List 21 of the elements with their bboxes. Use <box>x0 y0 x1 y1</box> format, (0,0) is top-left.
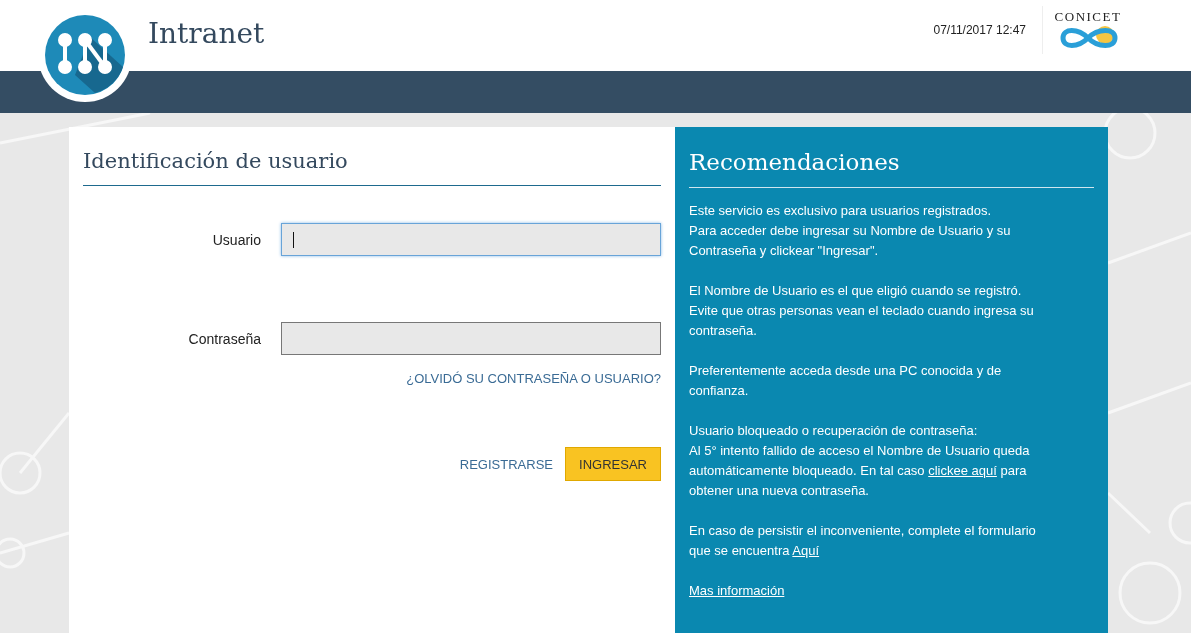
date-time: 07/11/2017 12:47 <box>933 22 1026 37</box>
panel-heading: Recomendaciones <box>689 149 1094 188</box>
inline-link[interactable]: clickee aquí <box>928 463 997 478</box>
field-label: Usuario <box>211 231 261 248</box>
username-field[interactable] <box>281 223 661 256</box>
org-logo-text: CONICET <box>1054 8 1122 25</box>
info-paragraph: El Nombre de Usuario es el que eligió cuando se registró. Evite que otras personas vean el teclado cuando ingresa su contraseña. <box>689 282 1035 340</box>
inline-link[interactable]: Mas información <box>689 583 785 598</box>
inline-link[interactable]: Aquí <box>792 543 820 558</box>
text-cursor <box>293 232 294 248</box>
site-title: Intranet <box>148 17 265 50</box>
forgot-password-link[interactable]: ¿OLVIDÓ SU CONTRASEÑA O USUARIO? <box>406 371 661 386</box>
info-paragraph: Este servicio es exclusivo para usuarios registrados. Para acceder debe ingresar su Nombre de Usuario y su Contraseña y clickear "Ingresar". <box>689 202 1012 260</box>
info-paragraph: Preferentemente acceda desde una PC conocida y de confianza. <box>689 362 1003 400</box>
info-paragraph: Usuario bloqueado o recuperación de contraseña: Al 5° intento fallido de acceso el Nombre de Usuario queda automáticamente bloqueado. En tal caso clickee aquí para obtener una nueva contraseña. <box>689 422 1031 500</box>
register-link[interactable]: REGISTRARSE <box>459 456 553 472</box>
info-paragraph: En caso de persistir el inconveniente, complete el formulario que se encuentra Aquí <box>689 522 1037 560</box>
field-label: Contraseña <box>187 330 261 347</box>
form-heading: Identificación de usuario <box>83 149 661 186</box>
login-button[interactable]: INGRESAR <box>565 447 661 481</box>
password-field[interactable] <box>281 322 661 355</box>
